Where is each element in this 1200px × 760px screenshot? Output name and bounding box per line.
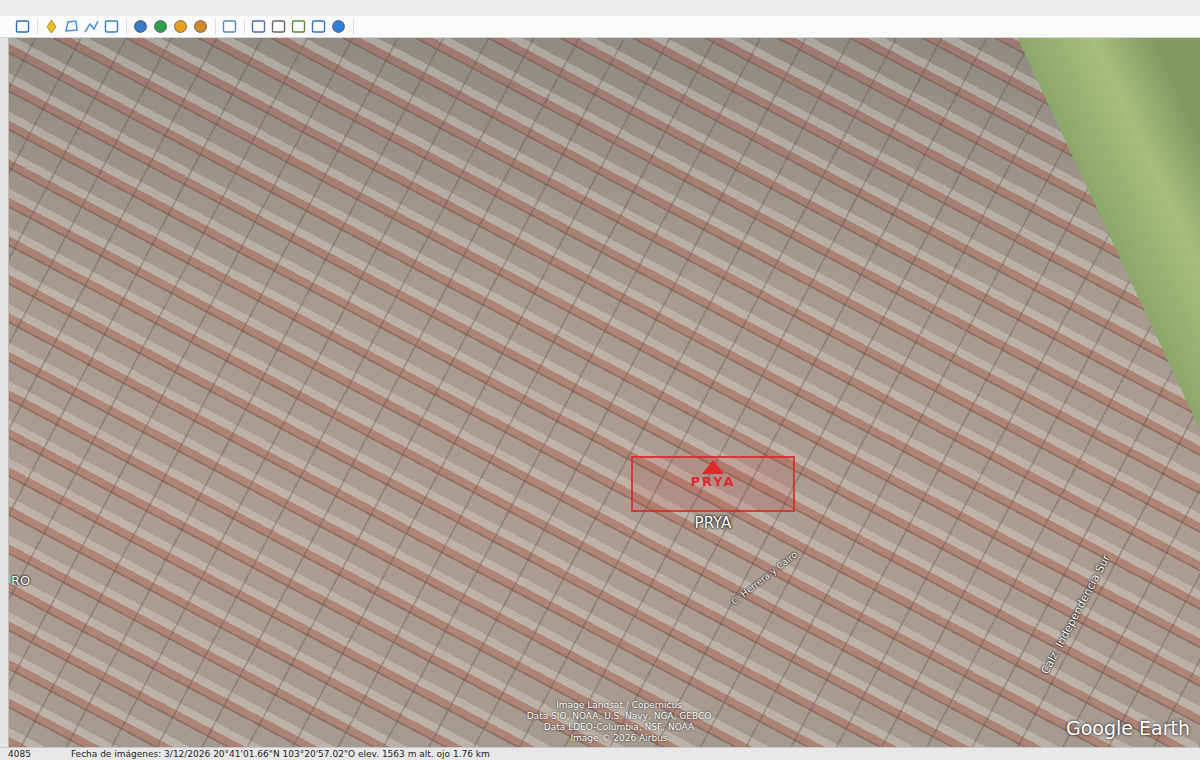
attribution: Image Landsat / CopernicusData SIO, NOAA… [489, 700, 749, 744]
save-image-icon[interactable] [290, 18, 307, 35]
ruler-icon[interactable] [221, 18, 238, 35]
toolbar-group [43, 18, 127, 35]
tour-icon[interactable] [132, 18, 149, 35]
google-earth-window: PRYA PRYA Calz. Independencia Sur C. Herrer… [0, 0, 1200, 760]
toolbar-group [221, 18, 245, 35]
overlay-icon[interactable] [103, 18, 120, 35]
history-icon[interactable] [152, 18, 169, 35]
toolbar-group [132, 18, 216, 35]
street-label: C. Herrera y Cairo [729, 549, 799, 606]
planet-icon[interactable] [192, 18, 209, 35]
street-label: RO [11, 573, 30, 588]
polygon-icon[interactable] [63, 18, 80, 35]
toolbar-group [14, 18, 38, 35]
placemark[interactable]: PRYA PRYA [631, 456, 795, 532]
toolbar [0, 16, 1200, 38]
toolbar-group [250, 18, 354, 35]
globe-icon[interactable] [330, 18, 347, 35]
triangle-logo-icon [702, 460, 724, 474]
maps-icon[interactable] [310, 18, 327, 35]
print-icon[interactable] [270, 18, 287, 35]
email-icon[interactable] [250, 18, 267, 35]
google-earth-brand: Google Earth [1064, 715, 1192, 741]
placemark-label: PRYA [691, 514, 736, 532]
sidebar-icon[interactable] [14, 18, 31, 35]
path-icon[interactable] [83, 18, 100, 35]
map-view[interactable]: PRYA PRYA Calz. Independencia Sur C. Herrer… [9, 38, 1200, 747]
placemark-icon[interactable] [43, 18, 60, 35]
sidebar-edge [0, 38, 9, 747]
sun-icon[interactable] [172, 18, 189, 35]
status-bar: 4085Fecha de imágenes: 3/12/2026 20°41'0… [0, 747, 1200, 760]
street-label: Calz. Independencia Sur [1039, 553, 1113, 677]
title-bar [0, 0, 1200, 16]
placemark-logo: PRYA [631, 456, 795, 512]
